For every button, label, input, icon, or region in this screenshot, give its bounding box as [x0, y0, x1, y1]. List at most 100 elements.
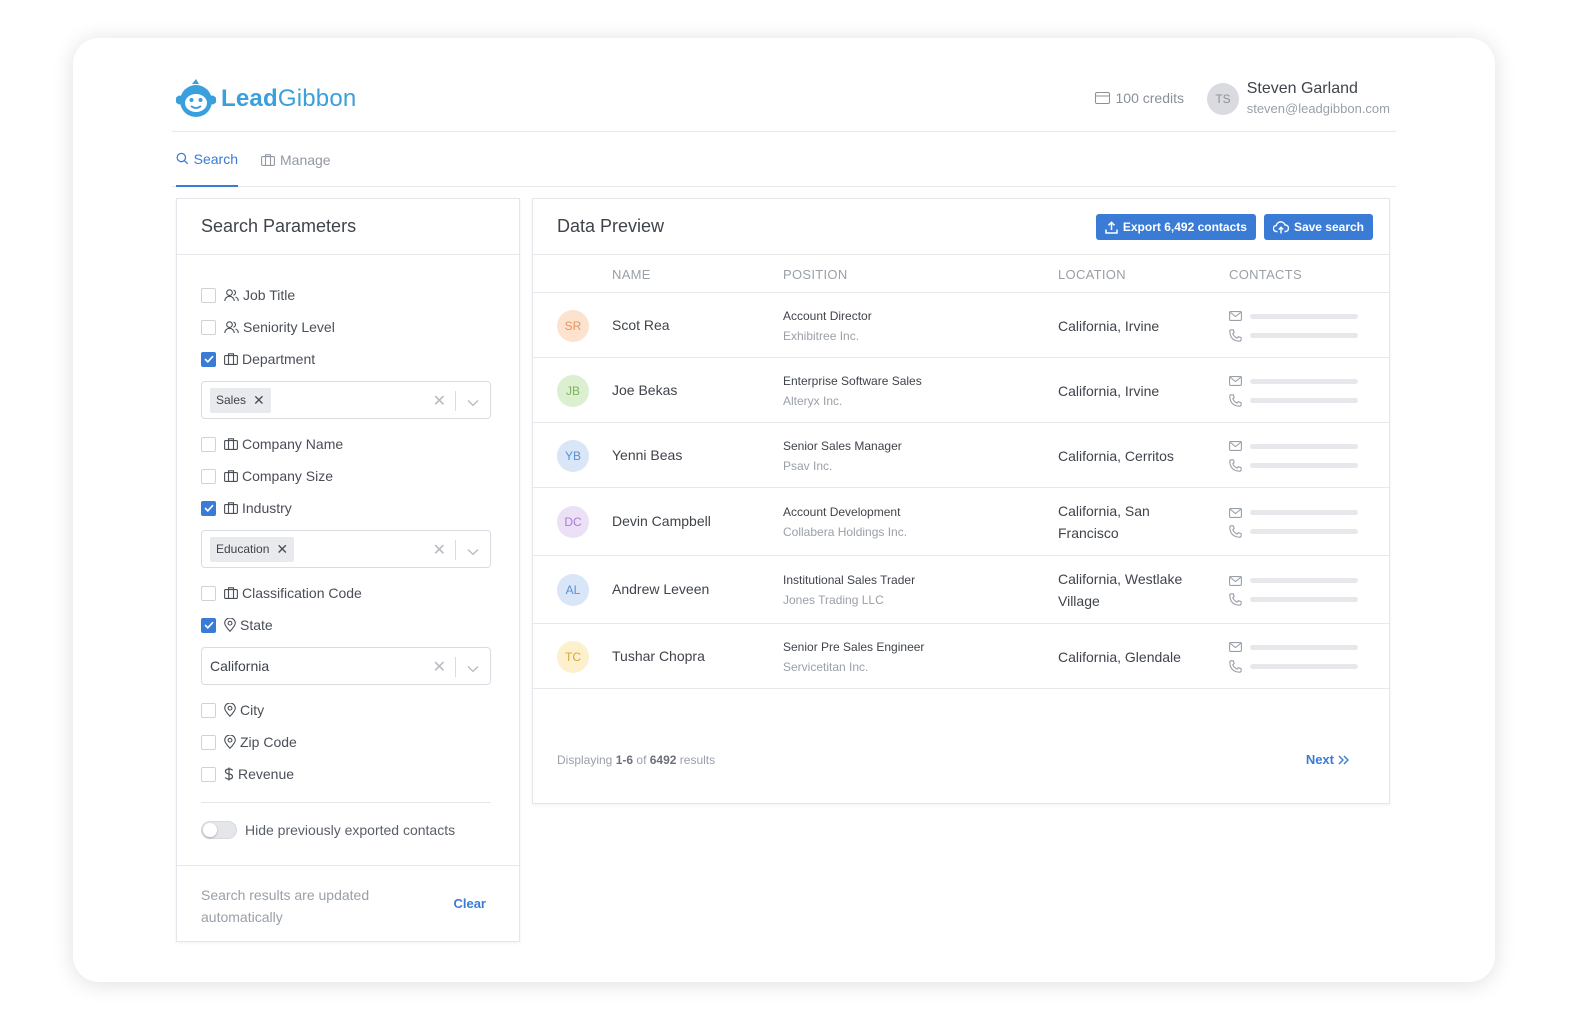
- filter-seniority-level[interactable]: Seniority Level: [201, 311, 491, 343]
- filter-checkbox[interactable]: [201, 351, 216, 367]
- next-page-button[interactable]: Next: [1306, 752, 1349, 767]
- dropdown-toggle[interactable]: [467, 394, 479, 412]
- filter-checkbox[interactable]: [201, 734, 216, 750]
- position-title: Senior Pre Sales Engineer: [783, 639, 925, 654]
- contact-name[interactable]: Yenni Beas: [612, 447, 682, 463]
- filter-classification-code[interactable]: Classification Code: [201, 577, 491, 609]
- contact-position: Enterprise Software Sales Alteryx Inc.: [783, 371, 922, 411]
- search-icon: [176, 152, 189, 165]
- chevron-down-icon: [467, 400, 479, 407]
- contact-name[interactable]: Scot Rea: [612, 317, 670, 333]
- user-avatar[interactable]: TS: [1207, 83, 1239, 115]
- clear-selection-icon[interactable]: ✕: [433, 540, 446, 560]
- filter-company-name[interactable]: Company Name: [201, 428, 491, 460]
- department-select[interactable]: Sales ✕ ✕: [201, 381, 491, 419]
- gibbon-logo-icon: [176, 79, 216, 117]
- column-header-contacts[interactable]: CONTACTS: [1229, 267, 1302, 282]
- position-title: Institutional Sales Trader: [783, 573, 916, 587]
- credits-text: 100 credits: [1115, 90, 1184, 106]
- table-header: NAME POSITION LOCATION CONTACTS: [533, 255, 1389, 293]
- remove-chip-icon[interactable]: ✕: [253, 392, 265, 409]
- upload-icon: [1105, 220, 1118, 234]
- tab-manage-label: Manage: [280, 151, 331, 168]
- save-search-label: Save search: [1293, 220, 1364, 234]
- save-search-button[interactable]: Save search: [1263, 214, 1373, 240]
- search-panel-footer: Search results are updated automatically…: [177, 865, 519, 941]
- contact-name[interactable]: Devin Campbell: [612, 513, 711, 529]
- contact-name[interactable]: Andrew Leveen: [612, 581, 709, 597]
- contact-location: California, Irvine: [1058, 382, 1160, 399]
- filter-industry[interactable]: Industry: [201, 492, 491, 524]
- column-header-position[interactable]: POSITION: [783, 267, 848, 282]
- filter-checkbox[interactable]: [201, 436, 216, 452]
- dropdown-toggle[interactable]: [467, 543, 479, 561]
- filter-label: Classification Code: [242, 585, 362, 601]
- filter-checkbox[interactable]: [201, 500, 216, 516]
- filter-label: State: [240, 617, 273, 633]
- map-pin-icon: [224, 618, 236, 632]
- redacted-bar: [1250, 378, 1358, 384]
- table-row[interactable]: TC Tushar Chopra Senior Pre Sales Engineer…: [533, 624, 1389, 689]
- contact-avatar: YB: [557, 439, 589, 472]
- column-header-name[interactable]: NAME: [612, 267, 651, 282]
- filter-checkbox[interactable]: [201, 702, 216, 718]
- filter-zip-code[interactable]: Zip Code: [201, 726, 491, 758]
- contact-position: Senior Pre Sales Engineer Servicetitan In…: [783, 637, 924, 677]
- filter-checkbox[interactable]: [201, 319, 216, 335]
- mail-icon: [1229, 642, 1242, 652]
- table-row[interactable]: AL Andrew Leveen Institutional Sales Trade…: [533, 556, 1389, 624]
- contact-location: California, Irvine: [1058, 317, 1160, 334]
- redacted-bar: [1250, 597, 1358, 602]
- phone-placeholder: [1229, 657, 1358, 676]
- hide-exported-toggle[interactable]: [201, 821, 237, 839]
- brand-name: LeadGibbon: [221, 85, 357, 112]
- table-row[interactable]: SR Scot Rea Account Director Exhibitree Inc…: [533, 293, 1389, 358]
- industry-select[interactable]: Education ✕ ✕: [201, 530, 491, 568]
- filter-checkbox[interactable]: [201, 287, 216, 303]
- email-placeholder: [1229, 437, 1358, 456]
- tab-manage[interactable]: Manage: [261, 132, 331, 187]
- table-row[interactable]: DC Devin Campbell Account Development Colla…: [533, 488, 1389, 556]
- filter-checkbox[interactable]: [201, 617, 216, 633]
- filter-checkbox[interactable]: [201, 766, 216, 782]
- clear-button[interactable]: Clear: [453, 896, 486, 911]
- redacted-bar: [1250, 578, 1358, 583]
- state-select[interactable]: California ✕: [201, 647, 491, 685]
- filter-job-title[interactable]: Job Title: [201, 279, 491, 311]
- redacted-bar: [1250, 397, 1358, 403]
- filter-checkbox[interactable]: [201, 585, 216, 601]
- brand-logo[interactable]: LeadGibbon: [176, 78, 356, 120]
- table-row[interactable]: JB Joe Bekas Enterprise Software Sales Alte…: [533, 358, 1389, 423]
- contact-location: California, San Francisco: [1058, 503, 1150, 541]
- clear-selection-icon[interactable]: ✕: [433, 391, 446, 411]
- phone-icon: [1229, 458, 1242, 472]
- chevrons-right-icon: [1338, 755, 1349, 764]
- filter-state[interactable]: State: [201, 609, 491, 641]
- contact-avatar: AL: [557, 574, 589, 606]
- results-table-body: SR Scot Rea Account Director Exhibitree Inc…: [533, 293, 1389, 689]
- briefcase-icon: [224, 438, 238, 450]
- filter-list: Job Title Seniority Level Department Sales ✕…: [201, 279, 491, 839]
- contact-avatar: SR: [557, 309, 589, 342]
- tab-search[interactable]: Search: [176, 132, 238, 187]
- filter-city[interactable]: City: [201, 694, 491, 726]
- filter-department[interactable]: Department: [201, 343, 491, 375]
- preview-actions: Export 6,492 contacts Save search: [1088, 214, 1373, 240]
- next-label: Next: [1305, 752, 1334, 767]
- filter-revenue[interactable]: Revenue: [201, 758, 491, 790]
- user-info[interactable]: Steven Garland steven@leadgibbon.com: [1247, 80, 1390, 116]
- clear-selection-icon[interactable]: ✕: [433, 657, 446, 677]
- filter-company-size[interactable]: Company Size: [201, 460, 491, 492]
- dropdown-toggle[interactable]: [467, 660, 479, 678]
- filter-checkbox[interactable]: [201, 468, 216, 484]
- nav-tabs: Search Manage: [172, 132, 1396, 187]
- contact-name[interactable]: Joe Bekas: [612, 382, 677, 398]
- export-contacts-button[interactable]: Export 6,492 contacts: [1095, 214, 1256, 240]
- remove-chip-icon[interactable]: ✕: [276, 541, 288, 558]
- table-row[interactable]: YB Yenni Beas Senior Sales Manager Psav Inc…: [533, 423, 1389, 488]
- filter-label: Job Title: [243, 287, 296, 303]
- contact-name[interactable]: Tushar Chopra: [612, 648, 705, 664]
- contact-channels: [1229, 372, 1358, 410]
- column-header-location[interactable]: LOCATION: [1058, 267, 1126, 282]
- selected-chip: Sales ✕: [210, 387, 271, 413]
